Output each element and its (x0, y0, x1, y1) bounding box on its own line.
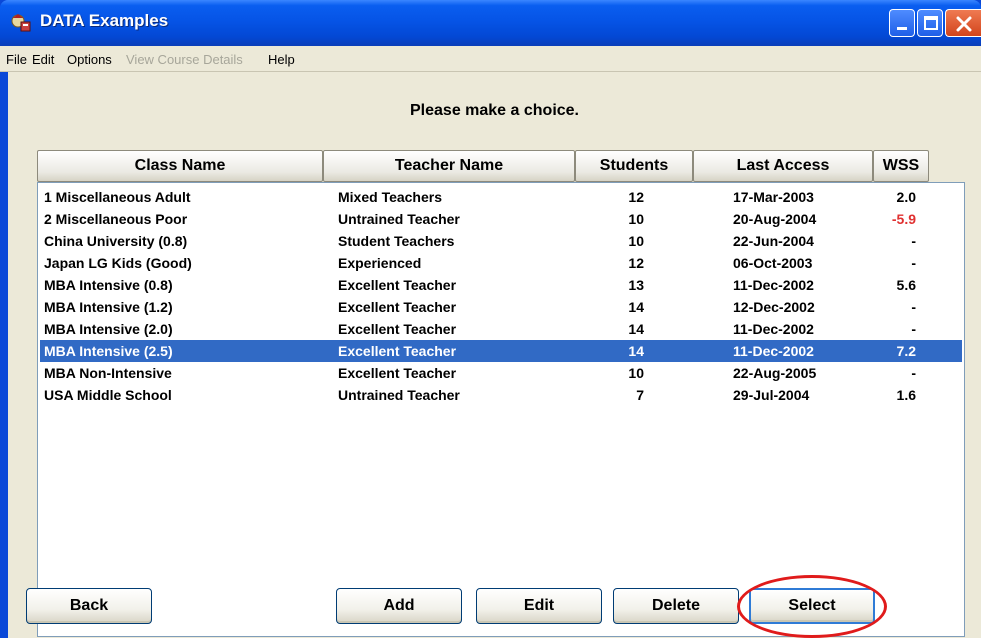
cell-students: 12 (628, 189, 644, 205)
cell-last-access: 12-Dec-2002 (733, 299, 815, 315)
cell-last-access: 11-Dec-2002 (733, 277, 814, 293)
cell-last-access: 17-Mar-2003 (733, 189, 814, 205)
cell-students: 7 (636, 387, 644, 403)
table-row[interactable]: MBA Intensive (0.8) Excellent Teacher 13… (40, 274, 962, 296)
cell-wss: - (911, 255, 916, 271)
dialog-client-area: Please make a choice. Class Name Teacher… (8, 72, 981, 638)
cell-wss: - (911, 233, 916, 249)
cell-last-access: 11-Dec-2002 (733, 343, 814, 359)
maximize-icon (924, 16, 938, 30)
cell-wss: -5.9 (891, 211, 916, 227)
add-button[interactable]: Add (336, 588, 462, 624)
highlight-circle (737, 575, 887, 638)
cell-last-access: 22-Aug-2005 (733, 365, 817, 381)
minimize-button[interactable] (889, 9, 915, 37)
table-row[interactable]: MBA Intensive (1.2) Excellent Teacher 14… (40, 296, 962, 318)
title-bar[interactable]: DATA Examples (0, 0, 981, 46)
menu-view-course-details: View Course Details (126, 52, 243, 67)
cell-students: 10 (628, 365, 644, 381)
maximize-button[interactable] (917, 9, 943, 37)
menu-options[interactable]: Options (67, 52, 112, 67)
table-row-selected[interactable]: MBA Intensive (2.5) Excellent Teacher 14… (40, 340, 962, 362)
cell-class-name: MBA Intensive (2.5) (44, 343, 173, 359)
cell-wss: - (911, 321, 916, 337)
cell-students: 10 (628, 233, 644, 249)
minimize-icon (897, 27, 907, 30)
cell-last-access: 20-Aug-2004 (733, 211, 817, 227)
cell-teacher-name: Mixed Teachers (338, 189, 443, 205)
cell-class-name: Japan LG Kids (Good) (44, 255, 192, 271)
cell-class-name: MBA Intensive (1.2) (44, 299, 173, 315)
cell-class-name: China University (0.8) (44, 233, 188, 249)
table-row[interactable]: MBA Non-Intensive Excellent Teacher 10 2… (40, 362, 962, 384)
column-header-students[interactable]: Students (575, 150, 693, 182)
cell-teacher-name: Student Teachers (338, 233, 455, 249)
class-list[interactable]: 1 Miscellaneous Adult Mixed Teachers 12 … (37, 182, 965, 637)
cell-wss: 2.0 (896, 189, 916, 205)
cell-students: 14 (628, 321, 644, 337)
table-row[interactable]: Japan LG Kids (Good) Experienced 12 06-O… (40, 252, 962, 274)
menu-bar: File Edit Options View Course Details He… (0, 46, 981, 72)
cell-class-name: MBA Non-Intensive (44, 365, 172, 381)
cell-class-name: MBA Intensive (0.8) (44, 277, 173, 293)
window-title: DATA Examples (40, 11, 169, 30)
cell-last-access: 29-Jul-2004 (733, 387, 810, 403)
edit-button[interactable]: Edit (476, 588, 602, 624)
cell-students: 14 (628, 343, 644, 359)
prompt-text: Please make a choice. (410, 102, 579, 119)
cell-last-access: 06-Oct-2003 (733, 255, 813, 271)
close-button[interactable] (945, 9, 981, 37)
cell-teacher-name: Excellent Teacher (338, 365, 457, 381)
cell-students: 12 (628, 255, 644, 271)
app-icon (11, 14, 31, 32)
column-header-last-access[interactable]: Last Access (693, 150, 873, 182)
cell-wss: 5.6 (896, 277, 916, 293)
column-header-teacher-name[interactable]: Teacher Name (323, 150, 575, 182)
cell-teacher-name: Excellent Teacher (338, 277, 457, 293)
column-header-wss[interactable]: WSS (873, 150, 929, 182)
cell-last-access: 22-Jun-2004 (733, 233, 814, 249)
delete-button[interactable]: Delete (613, 588, 739, 624)
cell-wss: 1.6 (896, 387, 916, 403)
cell-wss: 7.2 (896, 343, 916, 359)
cell-students: 10 (628, 211, 644, 227)
cell-students: 14 (628, 299, 644, 315)
table-row[interactable]: 2 Miscellaneous Poor Untrained Teacher 1… (40, 208, 962, 230)
cell-teacher-name: Excellent Teacher (338, 299, 457, 315)
cell-class-name: USA Middle School (44, 387, 172, 403)
menu-file[interactable]: File (6, 52, 27, 67)
cell-wss: - (911, 365, 916, 381)
cell-class-name: 1 Miscellaneous Adult (44, 189, 191, 205)
cell-students: 13 (628, 277, 644, 293)
menu-help[interactable]: Help (268, 52, 295, 67)
cell-class-name: 2 Miscellaneous Poor (44, 211, 188, 227)
back-button[interactable]: Back (26, 588, 152, 624)
column-header-class-name[interactable]: Class Name (37, 150, 323, 182)
table-row[interactable]: MBA Intensive (2.0) Excellent Teacher 14… (40, 318, 962, 340)
table-row[interactable]: China University (0.8) Student Teachers … (40, 230, 962, 252)
close-icon (956, 16, 972, 32)
cell-teacher-name: Excellent Teacher (338, 343, 457, 359)
cell-teacher-name: Untrained Teacher (338, 387, 460, 403)
cell-last-access: 11-Dec-2002 (733, 321, 814, 337)
menu-edit[interactable]: Edit (32, 52, 54, 67)
table-row[interactable]: USA Middle School Untrained Teacher 7 29… (40, 384, 962, 406)
application-window: DATA Examples File Edit Options View Cou… (0, 0, 981, 638)
cell-teacher-name: Experienced (338, 255, 422, 271)
table-row[interactable]: 1 Miscellaneous Adult Mixed Teachers 12 … (40, 186, 962, 208)
cell-teacher-name: Untrained Teacher (338, 211, 460, 227)
cell-teacher-name: Excellent Teacher (338, 321, 457, 337)
cell-wss: - (911, 299, 916, 315)
cell-class-name: MBA Intensive (2.0) (44, 321, 173, 337)
